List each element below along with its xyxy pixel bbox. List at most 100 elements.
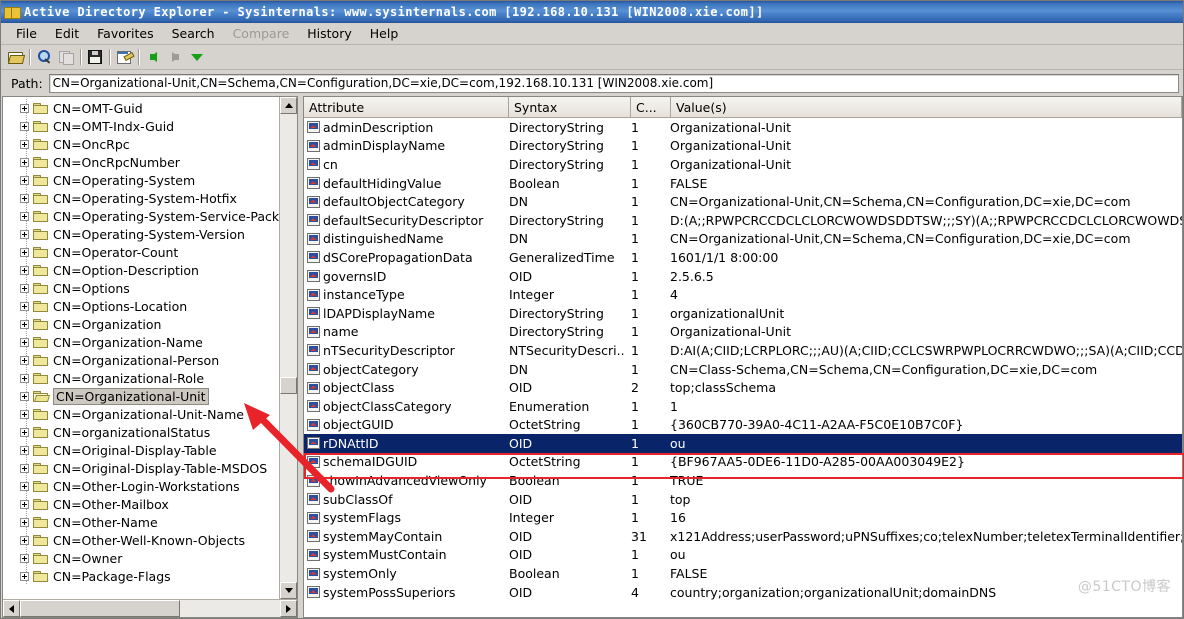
table-row[interactable]: governsID OID 1 2.5.6.5 xyxy=(304,267,1182,286)
column-header-values[interactable]: Value(s) xyxy=(671,97,1182,117)
table-row[interactable]: instanceType Integer 1 4 xyxy=(304,285,1182,304)
column-header-attribute[interactable]: Attribute xyxy=(304,97,509,117)
scroll-down-button[interactable] xyxy=(280,582,297,599)
menu-item-edit[interactable]: Edit xyxy=(46,24,88,43)
table-row[interactable]: schemaIDGUID OctetString 1 {BF967AA5-0DE6-1… xyxy=(304,453,1182,472)
scroll-right-button[interactable] xyxy=(280,600,297,617)
tree-item[interactable]: CN=Original-Display-Table-MSDOS xyxy=(3,459,279,477)
expand-plus-icon[interactable] xyxy=(20,536,29,545)
tree-item[interactable]: CN=Other-Name xyxy=(3,513,279,531)
menu-item-favorites[interactable]: Favorites xyxy=(88,24,162,43)
table-row[interactable]: showInAdvancedViewOnly Boolean 1 TRUE xyxy=(304,471,1182,490)
expand-plus-icon[interactable] xyxy=(20,212,29,221)
path-input[interactable]: CN=Organizational-Unit,CN=Schema,CN=Conf… xyxy=(48,73,1179,93)
expand-plus-icon[interactable] xyxy=(20,374,29,383)
tree-scroll-area[interactable]: CN=OMT-Guid CN=OMT-Indx-Guid CN=OncRpc CN=O… xyxy=(3,97,279,599)
back-button[interactable] xyxy=(142,47,164,68)
expand-plus-icon[interactable] xyxy=(20,500,29,509)
menu-item-history[interactable]: History xyxy=(298,24,360,43)
tree-item[interactable]: CN=Organizational-Unit xyxy=(3,387,279,405)
tree-item[interactable]: CN=Operating-System xyxy=(3,171,279,189)
table-row[interactable]: distinguishedName DN 1 CN=Organizational-Un… xyxy=(304,230,1182,249)
scroll-left-button[interactable] xyxy=(3,600,20,617)
expand-plus-icon[interactable] xyxy=(20,104,29,113)
expand-plus-icon[interactable] xyxy=(20,320,29,329)
table-row[interactable]: adminDisplayName DirectoryString 1 Organiza… xyxy=(304,137,1182,156)
expand-plus-icon[interactable] xyxy=(20,248,29,257)
column-header-count[interactable]: C... xyxy=(631,97,671,117)
open-folder-button[interactable] xyxy=(4,47,26,68)
expand-plus-icon[interactable] xyxy=(20,356,29,365)
expand-plus-icon[interactable] xyxy=(20,266,29,275)
tree-item[interactable]: CN=OncRpc xyxy=(3,135,279,153)
table-row[interactable]: defaultSecurityDescriptor DirectoryString… xyxy=(304,211,1182,230)
table-row[interactable]: adminDescription DirectoryString 1 Organiza… xyxy=(304,118,1182,137)
table-row[interactable]: defaultObjectCategory DN 1 CN=Organizationa… xyxy=(304,192,1182,211)
column-header-syntax[interactable]: Syntax xyxy=(509,97,631,117)
table-row[interactable]: rDNAttID OID 1 ou xyxy=(304,434,1182,453)
tree-item[interactable]: CN=Operator-Count xyxy=(3,243,279,261)
tree-item[interactable]: CN=Operating-System-Hotfix xyxy=(3,189,279,207)
tree-item[interactable]: CN=OncRpcNumber xyxy=(3,153,279,171)
expand-plus-icon[interactable] xyxy=(20,446,29,455)
tree-item[interactable]: CN=Organization-Name xyxy=(3,333,279,351)
search-button[interactable] xyxy=(33,47,55,68)
table-row[interactable]: cn DirectoryString 1 Organizational-Unit xyxy=(304,155,1182,174)
tree-item[interactable]: CN=OMT-Indx-Guid xyxy=(3,117,279,135)
tree-item[interactable]: CN=Organizational-Person xyxy=(3,351,279,369)
table-row[interactable]: systemPossSuperiors OID 4 country;organizat… xyxy=(304,583,1182,602)
table-row[interactable]: systemMustContain OID 1 ou xyxy=(304,546,1182,565)
table-row[interactable]: defaultHidingValue Boolean 1 FALSE xyxy=(304,174,1182,193)
scroll-track[interactable] xyxy=(280,114,297,582)
scroll-thumb[interactable] xyxy=(280,377,297,394)
expand-plus-icon[interactable] xyxy=(20,176,29,185)
save-button[interactable] xyxy=(84,47,106,68)
menu-item-file[interactable]: File xyxy=(7,24,46,43)
expand-plus-icon[interactable] xyxy=(20,338,29,347)
tree-item[interactable]: CN=OMT-Guid xyxy=(3,99,279,117)
expand-plus-icon[interactable] xyxy=(20,518,29,527)
tree-item[interactable]: CN=Organizational-Role xyxy=(3,369,279,387)
expand-plus-icon[interactable] xyxy=(20,428,29,437)
hscroll-track[interactable] xyxy=(20,600,280,617)
tree-item[interactable]: CN=Operating-System-Service-Pack xyxy=(3,207,279,225)
expand-plus-icon[interactable] xyxy=(20,122,29,131)
expand-plus-icon[interactable] xyxy=(20,482,29,491)
table-row[interactable]: subClassOf OID 1 top xyxy=(304,490,1182,509)
expand-plus-icon[interactable] xyxy=(20,464,29,473)
table-row[interactable]: objectClass OID 2 top;classSchema xyxy=(304,378,1182,397)
tree-item[interactable]: CN=Organization xyxy=(3,315,279,333)
tree-item[interactable]: CN=Owner xyxy=(3,549,279,567)
hscroll-thumb[interactable] xyxy=(20,600,180,617)
table-row[interactable]: name DirectoryString 1 Organizational-Unit xyxy=(304,323,1182,342)
history-dropdown-button[interactable] xyxy=(186,47,208,68)
menu-item-help[interactable]: Help xyxy=(361,24,408,43)
expand-plus-icon[interactable] xyxy=(20,284,29,293)
tree-horizontal-scrollbar[interactable] xyxy=(3,599,297,617)
expand-plus-icon[interactable] xyxy=(20,140,29,149)
tree-item[interactable]: CN=Operating-System-Version xyxy=(3,225,279,243)
expand-plus-icon[interactable] xyxy=(20,392,29,401)
table-row[interactable]: lDAPDisplayName DirectoryString 1 organizat… xyxy=(304,304,1182,323)
tree-item[interactable]: CN=Option-Description xyxy=(3,261,279,279)
tree-item[interactable]: CN=Other-Mailbox xyxy=(3,495,279,513)
table-row[interactable]: systemMayContain OID 31 x121Address;userPas… xyxy=(304,527,1182,546)
expand-plus-icon[interactable] xyxy=(20,158,29,167)
expand-plus-icon[interactable] xyxy=(20,554,29,563)
menu-item-search[interactable]: Search xyxy=(163,24,224,43)
tree-item[interactable]: CN=Organizational-Unit-Name xyxy=(3,405,279,423)
table-row[interactable]: nTSecurityDescriptor NTSecurityDescri... 1… xyxy=(304,341,1182,360)
expand-plus-icon[interactable] xyxy=(20,572,29,581)
tree-item[interactable]: CN=Package-Flags xyxy=(3,567,279,585)
tree-item[interactable]: CN=Options-Location xyxy=(3,297,279,315)
properties-button[interactable] xyxy=(113,47,135,68)
list-body[interactable]: adminDescription DirectoryString 1 Organiza… xyxy=(304,118,1182,617)
scroll-up-button[interactable] xyxy=(280,97,297,114)
tree-vertical-scrollbar[interactable] xyxy=(279,97,297,599)
expand-plus-icon[interactable] xyxy=(20,410,29,419)
tree-item[interactable]: CN=Other-Well-Known-Objects xyxy=(3,531,279,549)
table-row[interactable]: systemOnly Boolean 1 FALSE xyxy=(304,564,1182,583)
expand-plus-icon[interactable] xyxy=(20,230,29,239)
table-row[interactable]: dSCorePropagationData GeneralizedTime 1 160… xyxy=(304,248,1182,267)
table-row[interactable]: objectGUID OctetString 1 {360CB770-39A0-4C1… xyxy=(304,416,1182,435)
